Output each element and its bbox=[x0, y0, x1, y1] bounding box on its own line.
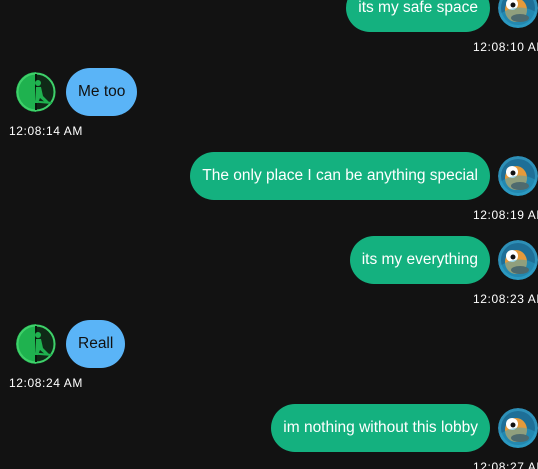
user-avatar-icon[interactable] bbox=[498, 156, 538, 196]
sent-message-bubble: its my safe space bbox=[346, 0, 490, 32]
message-timestamp: 12:08:24 AM bbox=[9, 376, 83, 390]
received-message-bubble: Reall bbox=[66, 320, 126, 368]
sent-message-bubble: The only place I can be anything special bbox=[190, 152, 490, 200]
received-message-bubble: Me too bbox=[66, 68, 138, 116]
user-avatar-icon[interactable] bbox=[498, 0, 538, 28]
user-avatar-icon[interactable] bbox=[498, 240, 538, 280]
sent-message-bubble: im nothing without this lobby bbox=[271, 404, 490, 452]
contact-avatar-icon[interactable] bbox=[16, 72, 56, 112]
message-text: its my everything bbox=[361, 251, 478, 268]
message-timestamp: 12:08:14 AM bbox=[9, 124, 83, 138]
sent-message-bubble: its my everything bbox=[349, 236, 490, 284]
message-timestamp: 12:08:27 AM bbox=[473, 460, 538, 469]
message-text: im nothing without this lobby bbox=[283, 419, 478, 436]
message-timestamp: 12:08:10 AM bbox=[473, 40, 538, 54]
user-avatar-icon[interactable] bbox=[498, 408, 538, 448]
message-text: Me too bbox=[78, 83, 126, 100]
message-text: Reall bbox=[78, 335, 114, 352]
message-timestamp: 12:08:23 AM bbox=[473, 292, 538, 306]
contact-avatar-icon[interactable] bbox=[16, 324, 56, 364]
chat-window: its my safe space 12:08:10 AMe too 12:08… bbox=[0, 0, 538, 469]
message-timestamp: 12:08:19 AM bbox=[473, 208, 538, 222]
message-text: its my safe space bbox=[358, 0, 478, 16]
message-text: The only place I can be anything special bbox=[202, 167, 478, 184]
